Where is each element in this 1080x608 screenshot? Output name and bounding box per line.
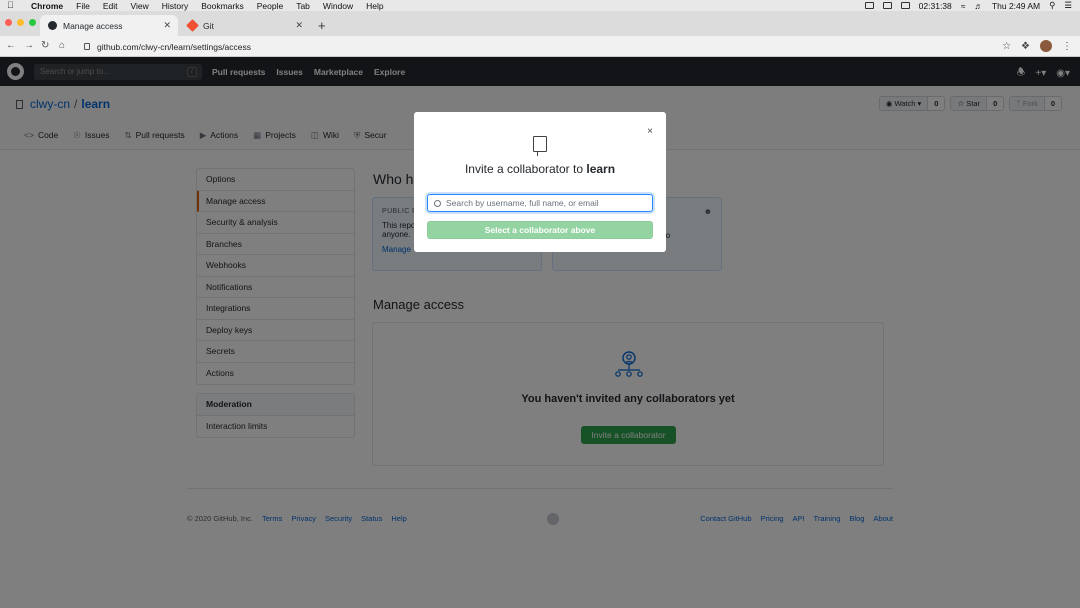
wifi-icon[interactable]: ≈ [961, 1, 966, 11]
browser-tabbar: Manage access ✕ Git ✕ + [0, 11, 1080, 36]
search-icon [434, 199, 441, 207]
close-icon[interactable]: × [647, 126, 653, 137]
display-icon[interactable] [882, 2, 892, 9]
tab-git[interactable]: Git ✕ [180, 15, 310, 36]
github-favicon-icon [48, 21, 57, 30]
tab-title: Git [203, 20, 214, 31]
menu-history[interactable]: History [162, 1, 188, 11]
collaborator-search-placeholder: Search by username, full name, or email [446, 198, 599, 208]
minimize-window-button[interactable] [17, 19, 24, 26]
dialog-title-repo: learn [586, 162, 616, 176]
collaborator-search-input[interactable]: Search by username, full name, or email [427, 194, 653, 212]
reload-icon[interactable]: ↻ [41, 40, 49, 51]
zoom-window-button[interactable] [29, 19, 36, 26]
window-controls [5, 19, 36, 26]
close-tab-icon[interactable]: ✕ [163, 20, 171, 31]
dialog-title-prefix: Invite a collaborator to [464, 162, 587, 176]
toolbar-actions: ☆ ❖ ⋮ [1002, 40, 1072, 52]
profile-avatar-icon[interactable] [1040, 40, 1052, 52]
forward-icon[interactable]: → [24, 40, 34, 51]
menu-view[interactable]: View [130, 1, 148, 11]
chrome-menu-icon[interactable]: ⋮ [1062, 41, 1072, 52]
menu-window[interactable]: Window [323, 1, 353, 11]
menu-bookmarks[interactable]: Bookmarks [201, 1, 244, 11]
dialog-title: Invite a collaborator to learn [414, 162, 666, 176]
close-tab-icon[interactable]: ✕ [295, 20, 303, 31]
tab-title: Manage access [63, 20, 123, 31]
home-icon[interactable]: ⌂ [59, 40, 65, 51]
screen-icon[interactable] [864, 2, 874, 9]
menu-help[interactable]: Help [366, 1, 383, 11]
control-center-icon[interactable]: ☰ [1064, 0, 1072, 11]
spotlight-icon[interactable]: ⚲ [1049, 0, 1055, 11]
address-bar[interactable]: github.com/clwy-cn/learn/settings/access [74, 38, 1026, 55]
menubar-status-area: 02:31:38 ≈ ♬ Thu 2:49 AM ⚲ ☰ [864, 0, 1072, 11]
browser-toolbar: ← → ↻ ⌂ github.com/clwy-cn/learn/setting… [0, 36, 1080, 57]
repo-icon [533, 136, 547, 156]
battery-icon[interactable] [900, 2, 910, 9]
tab-manage-access[interactable]: Manage access ✕ [40, 15, 178, 36]
lock-icon[interactable] [84, 43, 90, 50]
bookmark-star-icon[interactable]: ☆ [1002, 41, 1011, 52]
select-collaborator-button[interactable]: Select a collaborator above [427, 221, 653, 239]
new-tab-icon[interactable]: + [318, 18, 326, 33]
macos-menubar:  Chrome File Edit View History Bookmark… [0, 0, 1080, 11]
menu-file[interactable]: File [76, 1, 90, 11]
menu-tab[interactable]: Tab [296, 1, 310, 11]
menubar-datetime[interactable]: Thu 2:49 AM [992, 1, 1040, 11]
close-window-button[interactable] [5, 19, 12, 26]
menu-people[interactable]: People [257, 1, 283, 11]
invite-collaborator-dialog: × Invite a collaborator to learn Search … [414, 112, 666, 252]
menubar-clock: 02:31:38 [918, 0, 952, 11]
menu-edit[interactable]: Edit [103, 1, 118, 11]
git-favicon-icon [186, 19, 199, 32]
back-icon[interactable]: ← [6, 40, 16, 51]
url-text: github.com/clwy-cn/learn/settings/access [97, 41, 252, 52]
volume-icon[interactable]: ♬ [974, 1, 983, 11]
apple-icon[interactable]:  [7, 1, 17, 10]
menu-app-chrome[interactable]: Chrome [31, 1, 63, 11]
extensions-icon[interactable]: ❖ [1021, 41, 1030, 52]
